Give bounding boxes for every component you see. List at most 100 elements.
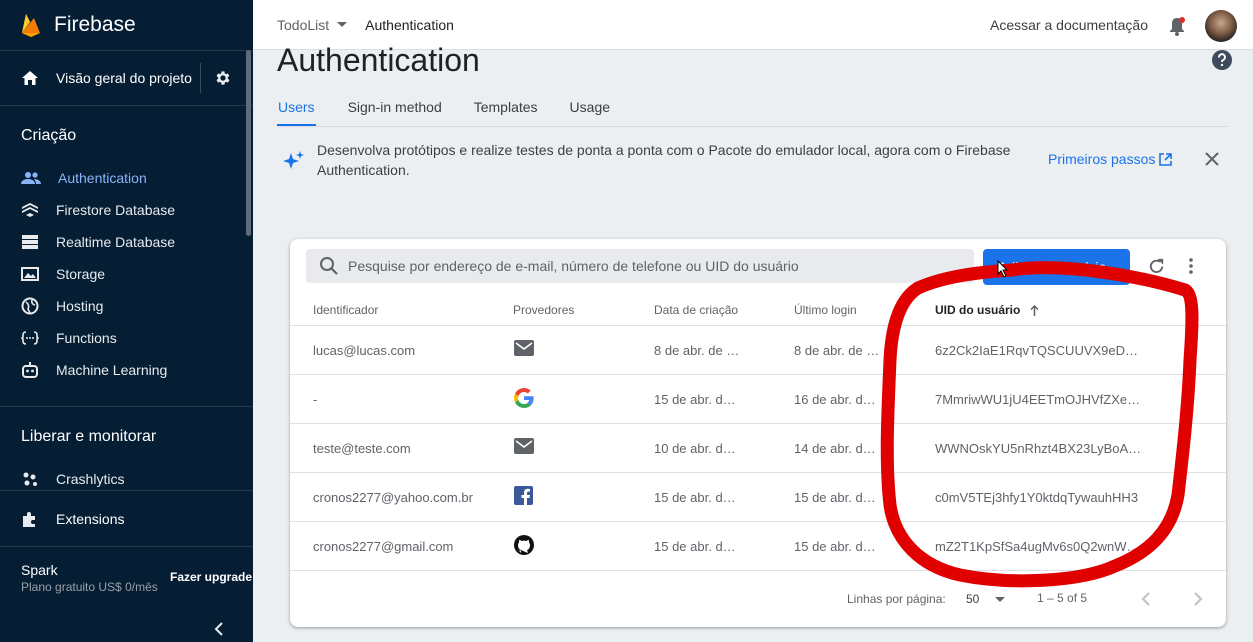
- section-build-title: Criação: [21, 127, 77, 144]
- tab-templates[interactable]: Templates: [474, 92, 538, 126]
- sidebar-item-machine-learning[interactable]: Machine Learning: [0, 354, 253, 386]
- tab-bar: Users Sign-in method Templates Usage: [277, 92, 642, 126]
- plan-section: Spark Plano gratuito US$ 0/mês Fazer upg…: [0, 546, 253, 642]
- sidebar-item-label: Functions: [56, 330, 117, 346]
- mouse-cursor-icon: [997, 260, 1009, 278]
- more-vert-icon[interactable]: [1189, 258, 1193, 274]
- sidebar-item-label: Hosting: [56, 298, 104, 314]
- caret-down-icon: [337, 21, 348, 28]
- gear-icon[interactable]: [214, 69, 232, 87]
- cell-uid: 7MmriwWU1jU4EETmOJHVfZXeo…: [935, 392, 1145, 407]
- table-row[interactable]: lucas@lucas.com 8 de abr. de 2… 8 de abr…: [290, 326, 1226, 375]
- cell-last-login: 16 de abr. de …: [794, 392, 882, 407]
- email-icon: [514, 438, 534, 454]
- sidebar-item-authentication[interactable]: Authentication: [0, 162, 253, 194]
- sidebar-item-functions[interactable]: Functions: [0, 322, 253, 354]
- sidebar-item-label: Firestore Database: [56, 202, 176, 218]
- cell-uid: c0mV5TEj3hfy1Y0ktdqTywauhHH3: [935, 490, 1139, 505]
- column-identifier[interactable]: Identificador: [313, 303, 378, 317]
- crashlytics-icon: [21, 470, 39, 488]
- chevron-left-icon[interactable]: [213, 622, 225, 636]
- sidebar-item-label: Crashlytics: [56, 471, 125, 487]
- user-avatar[interactable]: [1205, 10, 1237, 42]
- cell-identifier: lucas@lucas.com: [313, 343, 416, 358]
- cell-created: 10 de abr. de …: [654, 441, 742, 456]
- cell-last-login: 14 de abr. de …: [794, 441, 882, 456]
- table-header: Identificador Provedores Data de criação…: [290, 295, 1226, 326]
- open-in-new-icon: [1159, 152, 1173, 166]
- people-icon: [21, 171, 41, 185]
- sidebar: Firebase Visão geral do projeto Criação …: [0, 0, 253, 642]
- table-row[interactable]: cronos2277@gmail.com 15 de abr. de … 15 …: [290, 522, 1226, 571]
- notifications-bell-icon[interactable]: [1168, 16, 1186, 36]
- emulator-banner: Desenvolva protótipos e realize testes d…: [277, 128, 1229, 188]
- plan-description: Plano gratuito US$ 0/mês: [21, 580, 158, 594]
- table-row[interactable]: teste@teste.com 10 de abr. de … 14 de ab…: [290, 424, 1226, 473]
- project-name: TodoList: [277, 16, 330, 33]
- docs-link[interactable]: Acessar a documentação: [990, 17, 1148, 33]
- brand-name: Firebase: [54, 13, 136, 36]
- sidebar-scrollbar[interactable]: [246, 50, 251, 236]
- project-selector[interactable]: TodoList: [277, 16, 348, 33]
- table-row[interactable]: - 15 de abr. de … 16 de abr. de … 7Mmriw…: [290, 375, 1226, 424]
- cell-created: 8 de abr. de 2…: [654, 343, 742, 358]
- page-range: 1 – 5 of 5: [1037, 591, 1088, 605]
- search-icon: [319, 256, 339, 276]
- upgrade-button[interactable]: Fazer upgrade: [170, 570, 252, 584]
- tab-users[interactable]: Users: [277, 92, 316, 126]
- column-uid-label: UID do usuário: [935, 303, 1021, 317]
- table-row[interactable]: cronos2277@yahoo.com.br 15 de abr. de … …: [290, 473, 1226, 522]
- cell-identifier: -: [313, 392, 318, 407]
- sidebar-item-firestore[interactable]: Firestore Database: [0, 194, 253, 226]
- project-overview-label: Visão geral do projeto: [56, 70, 192, 86]
- chevron-right-icon[interactable]: [1193, 591, 1203, 607]
- robot-icon: [21, 361, 39, 379]
- extension-icon: [21, 510, 39, 528]
- cell-last-login: 15 de abr. de …: [794, 490, 882, 505]
- sidebar-item-label: Extensions: [56, 510, 125, 527]
- sidebar-item-label: Storage: [56, 266, 106, 282]
- banner-text: Desenvolva protótipos e realize testes d…: [317, 142, 1011, 178]
- rows-per-page-label: Linhas por página:: [847, 592, 946, 606]
- project-overview[interactable]: Visão geral do projeto: [0, 51, 253, 105]
- column-uid[interactable]: UID do usuário: [935, 303, 1039, 317]
- sidebar-item-realtime-database[interactable]: Realtime Database: [0, 226, 253, 258]
- tab-sign-in-method[interactable]: Sign-in method: [348, 92, 442, 126]
- refresh-icon[interactable]: [1147, 257, 1166, 276]
- cell-created: 15 de abr. de …: [654, 490, 742, 505]
- sparkle-icon: [282, 149, 306, 173]
- rows-per-page-select[interactable]: 50: [966, 592, 979, 606]
- help-icon[interactable]: [1211, 49, 1233, 71]
- sidebar-item-storage[interactable]: Storage: [0, 258, 253, 290]
- sidebar-item-extensions[interactable]: Extensions: [0, 490, 253, 546]
- plan-name: Spark: [21, 562, 58, 578]
- column-providers[interactable]: Provedores: [513, 303, 574, 317]
- cell-uid: 6z2Ck2IaE1RqvTQSCUUVX9eD9Lp1: [935, 343, 1145, 358]
- search-box[interactable]: [306, 249, 974, 283]
- column-created[interactable]: Data de criação: [654, 303, 738, 317]
- tab-usage[interactable]: Usage: [570, 92, 610, 126]
- sidebar-item-hosting[interactable]: Hosting: [0, 290, 253, 322]
- brand[interactable]: Firebase: [0, 0, 253, 50]
- functions-icon: [21, 330, 39, 346]
- get-started-link[interactable]: Primeiros passos: [1048, 151, 1173, 167]
- column-last-login[interactable]: Último login: [794, 303, 857, 317]
- email-icon: [514, 340, 534, 356]
- pagination: Linhas por página: 50 1 – 5 of 5: [290, 585, 1226, 613]
- chevron-left-icon[interactable]: [1141, 591, 1151, 607]
- database-icon: [21, 234, 39, 250]
- cell-last-login: 15 de abr. de …: [794, 539, 882, 554]
- page-title: Authentication: [277, 42, 480, 78]
- close-icon[interactable]: [1205, 152, 1219, 166]
- sidebar-item-label: Realtime Database: [56, 234, 176, 250]
- caret-down-icon[interactable]: [995, 597, 1005, 603]
- firestore-icon: [21, 202, 39, 218]
- github-icon: [514, 535, 534, 555]
- cell-identifier: teste@teste.com: [313, 441, 411, 456]
- cell-uid: WWNOskYU5nRhzt4BX23LyBoACl…: [935, 441, 1145, 456]
- cell-last-login: 8 de abr. de 2…: [794, 343, 882, 358]
- sidebar-item-label: Authentication: [58, 170, 147, 186]
- search-input[interactable]: [348, 258, 948, 274]
- cell-identifier: cronos2277@gmail.com: [313, 539, 454, 554]
- cell-identifier: cronos2277@yahoo.com.br: [313, 490, 473, 505]
